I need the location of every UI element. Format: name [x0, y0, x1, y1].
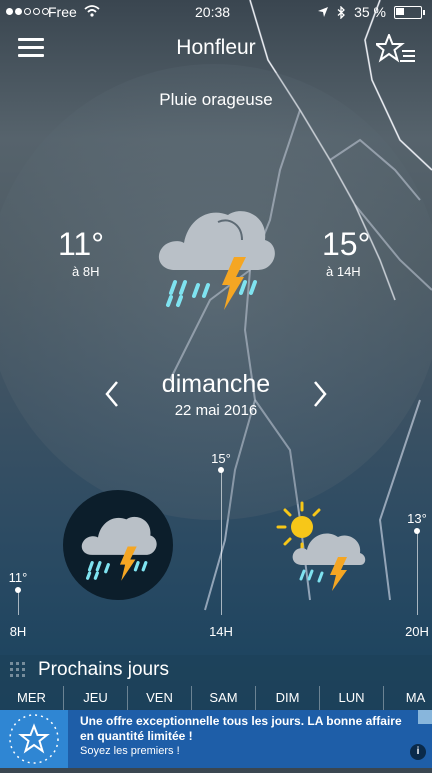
ad-headline-line1: Une offre exceptionnelle tous les jours.…	[80, 714, 402, 728]
low-temperature: 11°	[58, 226, 105, 262]
carrier-name: Free	[48, 4, 77, 20]
status-bar: Free 20:38 35 %	[0, 0, 432, 22]
hourly-hour-8h: 8H	[9, 624, 27, 639]
thunderstorm-rain-icon	[158, 211, 275, 310]
high-temperature: 15°	[322, 226, 371, 262]
hourly-dot-20h	[414, 528, 420, 534]
location-arrow-icon	[318, 7, 329, 17]
hourly-hour-20h: 20H	[405, 624, 429, 639]
city-title: Honfleur	[176, 36, 256, 59]
hourly-dot-14h	[218, 467, 224, 473]
star-logo-icon	[9, 714, 59, 764]
hourly-temp-14h: 15°	[211, 451, 231, 466]
ad-choices-icon[interactable]	[418, 710, 432, 724]
hourly-temp-8h: 11°	[8, 570, 28, 585]
condition-label: Pluie orageuse	[159, 90, 273, 109]
hourly-temp-20h: 13°	[407, 511, 427, 526]
status-time: 20:38	[195, 4, 231, 20]
bluetooth-icon	[337, 5, 346, 19]
hourly-dot-8h	[15, 587, 21, 593]
hourly-hour-14h: 14H	[209, 624, 233, 639]
next-day-tab[interactable]: SAM	[192, 686, 256, 710]
battery-icon	[394, 5, 425, 19]
battery-percent: 35 %	[354, 4, 386, 20]
next-day-arrow-icon[interactable]	[310, 380, 330, 408]
wifi-icon	[84, 5, 100, 17]
next-day-tab[interactable]: JEU	[64, 686, 128, 710]
next-day-tab[interactable]: LUN	[320, 686, 384, 710]
sun-cloud-thunderstorm-icon	[276, 501, 366, 591]
next-day-tab[interactable]: MA	[384, 686, 432, 710]
next-day-tab[interactable]: VEN	[128, 686, 192, 710]
ad-info-icon[interactable]: i	[410, 744, 426, 760]
day-date: 22 mai 2016	[174, 402, 258, 419]
day-name: dimanche	[161, 370, 271, 398]
high-temperature-time: à 14H	[326, 264, 361, 279]
ad-headline[interactable]: Une offre exceptionnelle tous les jours.…	[80, 714, 420, 744]
next-day-tab[interactable]: MER	[0, 686, 64, 710]
next-day-tab[interactable]: DIM	[256, 686, 320, 710]
ad-headline-line2: en quantité limitée !	[80, 729, 193, 743]
next-days-title: Prochains jours	[38, 659, 169, 680]
low-temperature-time: à 8H	[72, 264, 100, 279]
signal-strength-icon	[6, 8, 49, 15]
ad-logo[interactable]	[0, 710, 68, 768]
hourly-bar-20h	[417, 531, 418, 615]
thunderstorm-rain-icon	[81, 516, 157, 581]
next-days-list: MER JEU VEN SAM DIM LUN MA	[0, 686, 432, 710]
hourly-bar-8h	[18, 590, 19, 615]
ad-subtext: Soyez les premiers !	[80, 745, 180, 757]
favorites-star-icon[interactable]	[376, 34, 416, 64]
hourly-bar-14h	[221, 470, 222, 615]
drag-handle-icon[interactable]	[10, 662, 25, 677]
